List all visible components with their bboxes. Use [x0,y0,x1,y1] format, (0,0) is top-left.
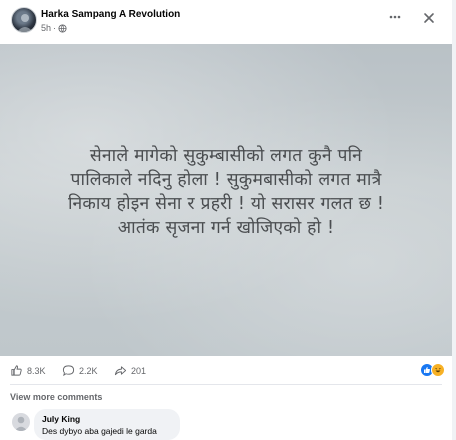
comment-bubble: July King Des dybyo aba gajedi le garda [34,409,180,440]
more-options-icon[interactable] [388,10,402,24]
comment-stat[interactable]: 2.2K [62,364,98,377]
page-name[interactable]: Harka Sampang A Revolution [41,9,180,20]
image-text: सेनाले मागेको सुकुम्बासीको लगत कुनै पनि … [20,144,432,240]
share-icon [114,366,127,376]
image-text-line: सेनाले मागेको सुकुम्बासीको लगत कुनै पनि [89,146,363,166]
engagement-bar: 8.3K 2.2K 201 [0,356,452,384]
like-stat[interactable]: 8.3K [10,364,46,377]
post-header: Harka Sampang A Revolution 5h · [0,0,452,44]
close-icon[interactable] [421,10,437,26]
commenter-avatar[interactable] [12,413,30,431]
image-text-line: आतंक सृजना गर्न खोजिएको हो ! [117,218,335,238]
reaction-summary[interactable] [420,363,445,377]
comment-text: Des dybyo aba gajedi le garda [42,426,157,436]
post-image[interactable]: सेनाले मागेको सुकुम्बासीको लगत कुनै पनि … [0,44,452,356]
post-time[interactable]: 5h [41,23,51,33]
haha-reaction-icon [431,363,445,377]
share-count: 201 [131,365,147,376]
scrollbar-track[interactable] [452,0,456,440]
user-silhouette-icon [14,416,28,431]
divider [10,384,442,385]
comment-icon [62,365,75,377]
share-stat[interactable]: 201 [114,364,146,377]
image-text-line: निकाय होइन सेना र प्रहरी ! यो सरासर गलत … [67,194,385,214]
page-avatar[interactable] [11,7,37,33]
comment-count: 2.2K [79,365,98,376]
post-card: Harka Sampang A Revolution 5h · सेनाले म… [0,0,453,440]
avatar-image [17,14,33,32]
like-count: 8.3K [27,365,46,376]
comment-author[interactable]: July King [42,414,172,424]
view-more-comments-link[interactable]: View more comments [10,392,102,402]
globe-icon [58,23,67,33]
image-text-line: पालिकाले नदिनु होला ! सुकुमबासीको लगत मा… [70,170,382,190]
like-icon [11,365,22,376]
post-meta: 5h · [41,23,67,33]
